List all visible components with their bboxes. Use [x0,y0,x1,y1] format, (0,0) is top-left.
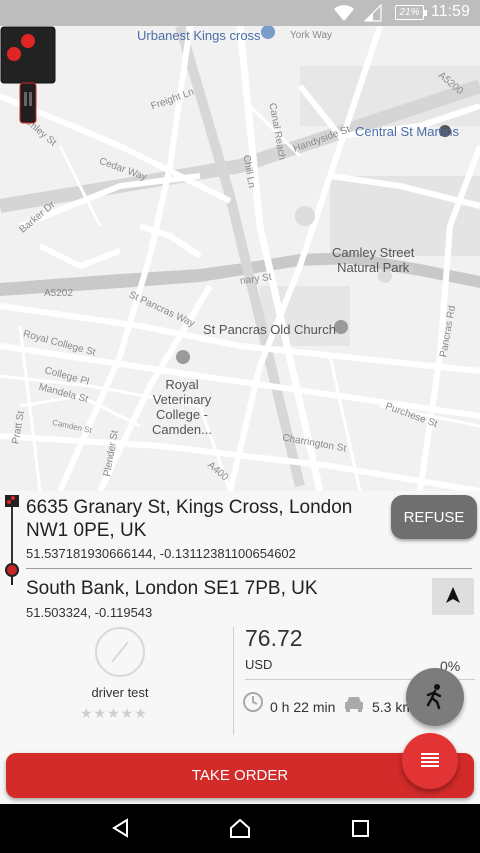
order-panel: 6635 Granary St, Kings Cross, London NW1… [0,491,480,804]
map-label-york-way: York Way [290,30,333,41]
recents-icon[interactable] [350,817,372,839]
clock-icon [243,692,263,712]
map-label-a5202: A5202 [44,288,73,299]
map-view[interactable]: Urbanest Kings cross York Way A5200 Frei… [0,26,480,491]
order-price: 76.72 [245,625,303,651]
menu-fab[interactable] [402,733,458,789]
pickup-flag-icon [5,495,19,507]
map-label-royal-veterinary-college: Royal Veterinary College - Camden... [152,377,212,437]
destination-address: South Bank, London SE1 7PB, UK [26,578,318,599]
destination-coordinates: 51.503324, -0.119543 [26,605,153,620]
refuse-button[interactable]: REFUSE [391,495,477,539]
list-menu-icon [421,752,439,767]
signal-icon [364,4,382,22]
status-bar: 21% 11:59 [0,0,480,26]
navigation-arrow-icon [446,587,460,603]
trip-duration: 0 h 22 min [270,699,336,715]
vehicle-marker[interactable] [0,26,56,126]
map-label-st-pancras-church: St Pancras Old Church [203,322,336,337]
car-icon [345,697,363,712]
map-label-urbanest: Urbanest Kings cross [137,28,261,43]
driver-name: driver test [91,685,149,700]
map-label-central-st-martins: Central St Martins [355,124,460,139]
back-icon[interactable] [110,817,132,839]
home-icon[interactable] [228,817,252,839]
passenger-fab[interactable] [406,668,464,726]
address-divider [26,568,472,569]
wifi-icon [334,5,354,21]
driver-avatar [95,627,145,677]
map-label-camley-park: Camley Street Natural Park [332,245,415,275]
no-photo-icon [111,641,129,663]
person-walking-icon [426,683,442,709]
battery-indicator: 21% [395,5,427,20]
info-divider [233,627,234,735]
driver-rating-stars: ★★★★★ [80,705,148,721]
pickup-address: 6635 Granary St, Kings Cross, London NW1… [26,497,353,541]
order-currency: USD [245,657,273,672]
pickup-coordinates: 51.537181930666144, -0.13112381100654602 [26,546,296,561]
system-nav-bar [0,804,480,853]
destination-pin-icon [5,563,19,585]
navigate-button[interactable] [432,578,474,615]
status-clock: 11:59 [431,3,470,20]
